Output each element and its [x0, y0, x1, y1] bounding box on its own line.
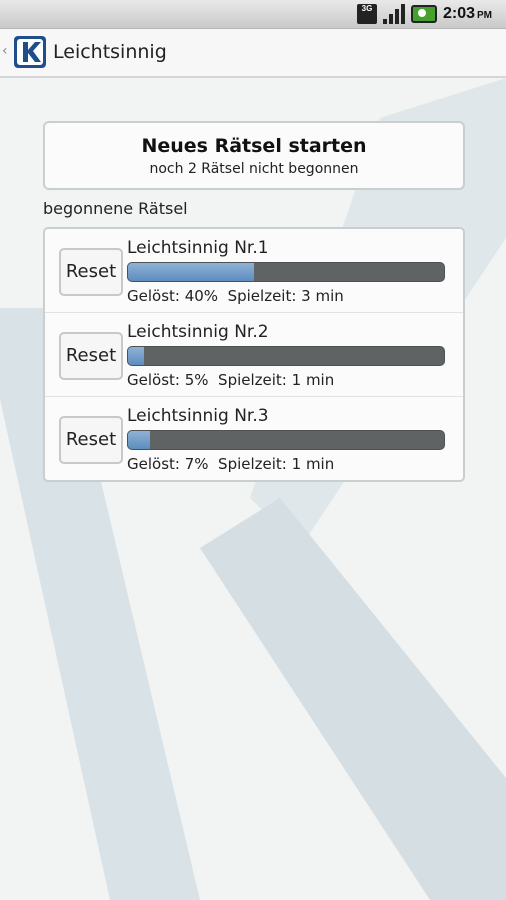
reset-button[interactable]: Reset [59, 248, 123, 296]
status-icons: 3G 2:03 PM [356, 3, 492, 25]
clock: 2:03 PM [443, 5, 492, 23]
new-puzzle-subtitle: noch 2 Rätsel nicht begonnen [149, 161, 359, 177]
new-puzzle-title: Neues Rätsel starten [141, 135, 367, 157]
puzzle-info: Gelöst: 40% Spielzeit: 3 min [127, 287, 344, 305]
list-item[interactable]: Reset Leichtsinnig Nr.3 Gelöst: 7% Spiel… [45, 397, 463, 480]
progress-bar [127, 262, 445, 282]
list-item[interactable]: Reset Leichtsinnig Nr.2 Gelöst: 5% Spiel… [45, 313, 463, 396]
progress-fill [128, 347, 144, 365]
network-3g-icon: 3G [356, 4, 377, 24]
list-item[interactable]: Reset Leichtsinnig Nr.1 Gelöst: 40% Spie… [45, 229, 463, 312]
signal-icon [382, 4, 405, 24]
progress-bar [127, 430, 445, 450]
reset-button[interactable]: Reset [59, 416, 123, 464]
battery-icon [410, 5, 437, 23]
puzzle-info: Gelöst: 5% Spielzeit: 1 min [127, 371, 335, 389]
network-label: 3G [361, 4, 373, 13]
clock-ampm: PM [477, 10, 492, 21]
section-label: begonnene Rätsel [43, 199, 188, 218]
back-icon[interactable]: ‹ [2, 43, 8, 59]
puzzle-name: Leichtsinnig Nr.2 [127, 322, 269, 342]
progress-bar [127, 346, 445, 366]
app-logo-icon[interactable] [14, 36, 46, 68]
puzzle-info: Gelöst: 7% Spielzeit: 1 min [127, 455, 335, 473]
reset-button[interactable]: Reset [59, 332, 123, 380]
new-puzzle-button[interactable]: Neues Rätsel starten noch 2 Rätsel nicht… [43, 121, 465, 190]
page-title: Leichtsinnig [53, 41, 167, 63]
started-puzzles-list: Reset Leichtsinnig Nr.1 Gelöst: 40% Spie… [43, 227, 465, 482]
progress-fill [128, 263, 255, 281]
main-content: Neues Rätsel starten noch 2 Rätsel nicht… [0, 78, 506, 900]
clock-time: 2:03 [442, 5, 475, 22]
action-bar: ‹ Leichtsinnig [0, 29, 506, 78]
puzzle-name: Leichtsinnig Nr.3 [127, 406, 269, 426]
puzzle-name: Leichtsinnig Nr.1 [127, 238, 269, 258]
status-bar: 3G 2:03 PM [0, 0, 506, 29]
progress-fill [128, 431, 151, 449]
